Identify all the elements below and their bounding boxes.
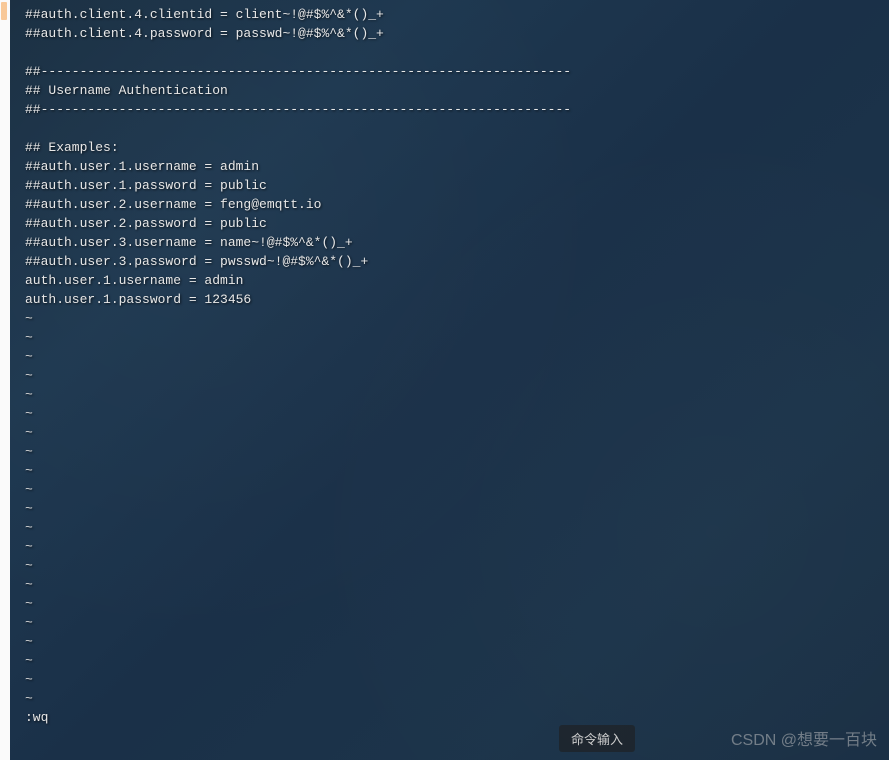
vim-tilde-line: ~ xyxy=(25,366,874,385)
vim-command-line[interactable]: :wq xyxy=(25,708,874,727)
vim-editor[interactable]: ##auth.client.4.clientid = client~!@#$%^… xyxy=(10,0,889,760)
left-sidebar-edge xyxy=(0,0,10,760)
vim-tilde-line: ~ xyxy=(25,442,874,461)
vim-tilde-line: ~ xyxy=(25,651,874,670)
vim-tilde-line: ~ xyxy=(25,480,874,499)
csdn-watermark: CSDN @想要一百块 xyxy=(731,726,877,750)
editor-line[interactable]: ##auth.user.2.password = public xyxy=(25,214,874,233)
editor-line[interactable]: ##auth.user.1.password = public xyxy=(25,176,874,195)
vim-tilde-line: ~ xyxy=(25,404,874,423)
editor-line[interactable] xyxy=(25,43,874,62)
vim-tilde-line: ~ xyxy=(25,328,874,347)
vim-tilde-line: ~ xyxy=(25,670,874,689)
editor-line[interactable]: ##--------------------------------------… xyxy=(25,62,874,81)
editor-line[interactable]: ##--------------------------------------… xyxy=(25,100,874,119)
editor-line[interactable]: ##auth.user.1.username = admin xyxy=(25,157,874,176)
editor-line[interactable] xyxy=(25,119,874,138)
editor-line[interactable]: ##auth.client.4.clientid = client~!@#$%^… xyxy=(25,5,874,24)
left-marker xyxy=(1,2,7,20)
vim-tilde-line: ~ xyxy=(25,347,874,366)
vim-tilde-line: ~ xyxy=(25,518,874,537)
vim-tilde-line: ~ xyxy=(25,537,874,556)
editor-line[interactable]: auth.user.1.username = admin xyxy=(25,271,874,290)
vim-tilde-line: ~ xyxy=(25,556,874,575)
editor-line[interactable]: auth.user.1.password = 123456 xyxy=(25,290,874,309)
editor-line[interactable]: ##auth.user.3.password = pwsswd~!@#$%^&*… xyxy=(25,252,874,271)
vim-tilde-line: ~ xyxy=(25,461,874,480)
editor-content[interactable]: ##auth.client.4.clientid = client~!@#$%^… xyxy=(25,5,874,727)
vim-tilde-line: ~ xyxy=(25,594,874,613)
vim-tilde-line: ~ xyxy=(25,689,874,708)
vim-tilde-line: ~ xyxy=(25,309,874,328)
vim-tilde-line: ~ xyxy=(25,385,874,404)
vim-tilde-line: ~ xyxy=(25,499,874,518)
editor-line[interactable]: ##auth.client.4.password = passwd~!@#$%^… xyxy=(25,24,874,43)
editor-line[interactable]: ## Username Authentication xyxy=(25,81,874,100)
ime-command-label: 命令输入 xyxy=(559,725,635,752)
vim-tilde-line: ~ xyxy=(25,613,874,632)
vim-tilde-line: ~ xyxy=(25,423,874,442)
editor-line[interactable]: ##auth.user.2.username = feng@emqtt.io xyxy=(25,195,874,214)
vim-tilde-line: ~ xyxy=(25,575,874,594)
vim-tilde-line: ~ xyxy=(25,632,874,651)
editor-line[interactable]: ##auth.user.3.username = name~!@#$%^&*()… xyxy=(25,233,874,252)
editor-line[interactable]: ## Examples: xyxy=(25,138,874,157)
